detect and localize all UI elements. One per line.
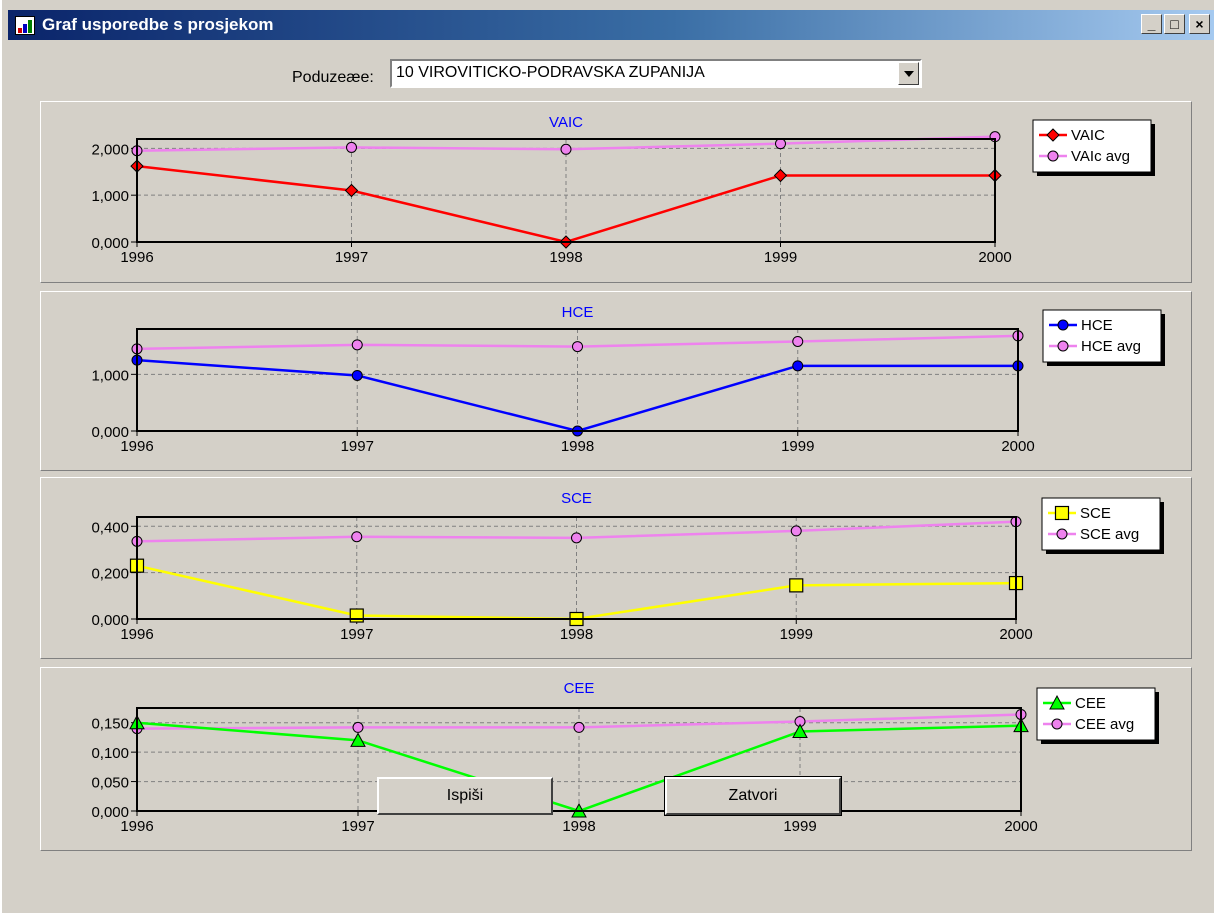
x-tick-label: 1999 (781, 438, 814, 455)
x-tick-label: 2000 (978, 249, 1011, 266)
sce-chart-panel: SCE 0,000 0,200 0,400 1996 1997 1998 1999 2000 SC… (40, 477, 1192, 659)
legend-label: HCE (1081, 317, 1113, 334)
y-tick-label: 0,200 (91, 566, 129, 583)
chart-app-icon (15, 16, 35, 35)
chart-title: SCE (561, 490, 592, 507)
avg-data-point (351, 339, 363, 351)
avg-data-point (346, 141, 357, 153)
legend-label: VAIc avg (1071, 148, 1130, 165)
sce-chart: SCE0,0000,2000,4001996 1997 1998 1999 2000SC… (91, 490, 1164, 643)
data-point (349, 608, 364, 623)
hce-chart-panel: HCE 0,000 1,000 1996 1997 1998 1999 2000 HCE HCE … (40, 291, 1192, 471)
chart-title: CEE (564, 680, 595, 697)
avg-data-point (351, 531, 363, 543)
legend-swatch-marker (1056, 528, 1068, 540)
x-tick-label: 1997 (341, 438, 374, 455)
x-tick-label: 1999 (783, 818, 816, 835)
hce-chart: HCE0,0001,0001996 1997 1998 1999 2000HCEHCE … (91, 304, 1165, 455)
legend-label: SCE avg (1080, 526, 1139, 543)
minimize-button[interactable]: _ (1141, 14, 1162, 34)
legend-label: CEE (1075, 695, 1106, 712)
x-tick-label: 1998 (562, 818, 595, 835)
y-tick-label: 1,000 (91, 188, 129, 205)
legend-label: HCE avg (1081, 338, 1141, 355)
avg-data-point (352, 721, 364, 733)
cee-chart: CEE0,0000,0500,1000,1501996 1997 1998 1999 2… (91, 680, 1159, 835)
x-tick-label: 1998 (549, 249, 582, 266)
x-tick-label: 1999 (780, 626, 813, 643)
data-point (789, 578, 804, 593)
x-tick-label: 2000 (1004, 818, 1037, 835)
y-tick-label: 0,050 (91, 775, 129, 792)
avg-data-point (792, 335, 804, 347)
chevron-down-icon[interactable] (898, 62, 919, 85)
y-tick-label: 1,000 (91, 367, 129, 384)
maximize-button[interactable]: □ (1164, 14, 1185, 34)
x-tick-label: 1996 (120, 249, 153, 266)
vaic-chart: VAIC0,0001,0002,0001996 1997 1998 1999 2000V… (91, 114, 1155, 266)
legend-swatch-marker (1054, 505, 1070, 521)
avg-data-point (775, 138, 786, 150)
title-bar[interactable]: Graf usporedbe s prosjekom _ □ × (8, 10, 1214, 40)
legend-label: SCE (1080, 505, 1111, 522)
avg-data-point (572, 341, 583, 353)
cee-chart-panel: CEE 0,000 0,050 0,100 0,150 1996 1997 1998 1999 2… (40, 667, 1192, 851)
y-tick-label: 0,100 (91, 745, 129, 762)
window-title: Graf usporedbe s prosjekom (42, 15, 274, 34)
chart-title: HCE (562, 304, 594, 321)
data-point (792, 360, 804, 372)
y-tick-label: 0,150 (91, 716, 129, 733)
avg-data-point (573, 721, 585, 733)
avg-data-point (571, 532, 582, 544)
print-button[interactable]: Ispiši (377, 777, 553, 815)
chart-title: VAIC (549, 114, 583, 131)
x-tick-label: 1998 (561, 438, 594, 455)
company-dropdown[interactable]: 10 VIROVITICKO-PODRAVSKA ZUPANIJA (390, 59, 922, 88)
avg-data-point (560, 143, 572, 155)
legend-swatch-marker (1051, 718, 1063, 730)
x-tick-label: 1996 (120, 626, 153, 643)
y-tick-label: 2,000 (91, 141, 129, 158)
legend-swatch-marker (1057, 340, 1069, 352)
x-tick-label: 2000 (1001, 438, 1034, 455)
x-tick-label: 1997 (341, 818, 374, 835)
legend-swatch-marker (1047, 150, 1059, 162)
legend-label: VAIC (1071, 127, 1105, 144)
vaic-chart-panel: VAIC 0,000 1,000 2,000 1996 1997 1998 1999 2000 V… (40, 101, 1192, 283)
legend-label: CEE avg (1075, 716, 1134, 733)
x-tick-label: 1996 (120, 438, 153, 455)
avg-data-point (790, 525, 802, 537)
y-tick-label: 0,400 (91, 519, 129, 536)
company-dropdown-value: 10 VIROVITICKO-PODRAVSKA ZUPANIJA (396, 64, 705, 81)
x-tick-label: 1997 (340, 626, 373, 643)
company-label: Poduzeæe: (292, 69, 374, 86)
data-point (351, 369, 363, 381)
close-button[interactable]: Zatvori (664, 776, 842, 816)
main-window: Graf usporedbe s prosjekom _ □ × Poduzeæ… (0, 0, 1214, 913)
x-tick-label: 2000 (999, 626, 1032, 643)
x-tick-label: 1996 (120, 818, 153, 835)
legend-swatch-marker (1057, 319, 1069, 331)
x-tick-label: 1999 (764, 249, 797, 266)
x-tick-label: 1997 (335, 249, 368, 266)
x-tick-label: 1998 (560, 626, 593, 643)
window-controls: _ □ × (1139, 14, 1210, 34)
close-window-button[interactable]: × (1189, 14, 1210, 34)
